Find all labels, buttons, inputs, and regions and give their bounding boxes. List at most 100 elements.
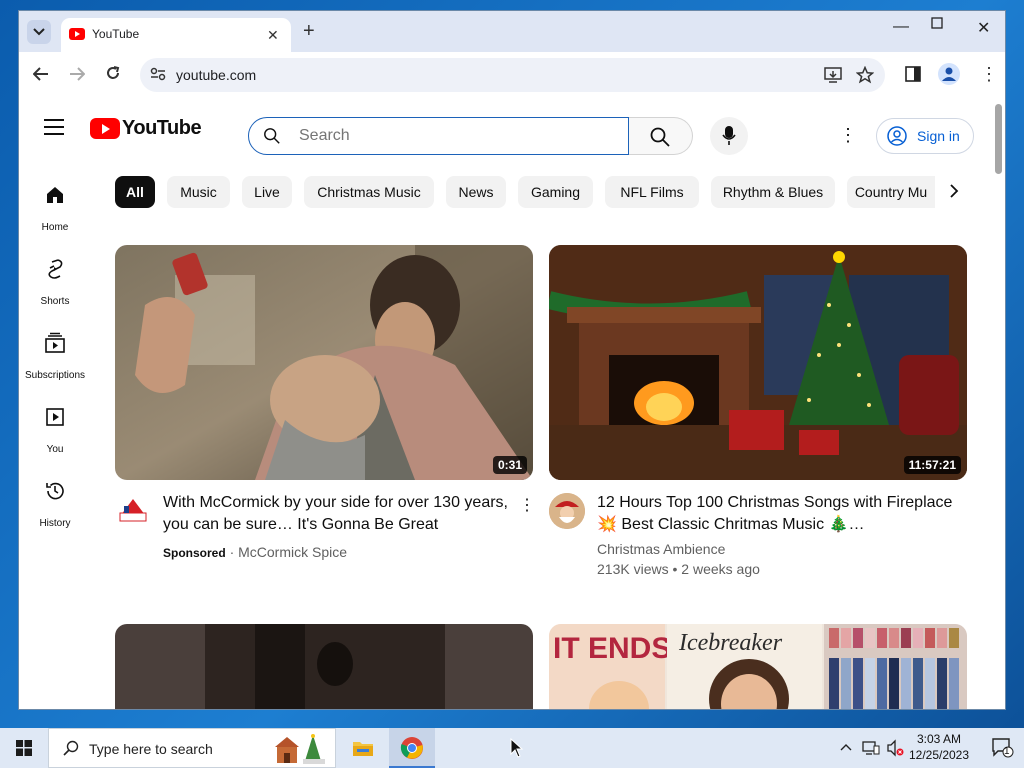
channel-avatar-christmas-ambience[interactable] bbox=[549, 493, 585, 529]
chips-next-button[interactable] bbox=[949, 182, 959, 203]
channel-name[interactable]: McCormick Spice bbox=[238, 544, 347, 560]
browser-menu-button[interactable]: ⋮ bbox=[980, 64, 998, 85]
channel-avatar-mccormick[interactable] bbox=[115, 493, 151, 529]
youtube-logo[interactable]: YouTube bbox=[90, 117, 202, 139]
chip-gaming[interactable]: Gaming bbox=[518, 176, 593, 208]
book-cover-text-icebreaker: Icebreaker bbox=[678, 630, 783, 656]
chip-christmas-music[interactable]: Christmas Music bbox=[304, 176, 434, 208]
tab-youtube[interactable]: YouTube ✕ bbox=[61, 18, 291, 52]
account-circle-icon bbox=[887, 126, 907, 146]
guide-label-home: Home bbox=[41, 222, 69, 233]
folder-icon bbox=[353, 742, 373, 756]
mccormick-logo-icon bbox=[119, 499, 147, 522]
guide-label-subscriptions: Subscriptions bbox=[24, 370, 86, 381]
close-tab-icon[interactable]: ✕ bbox=[267, 27, 279, 44]
chip-live[interactable]: Live bbox=[242, 176, 292, 208]
video-duration: 0:31 bbox=[492, 456, 527, 474]
scrollbar-thumb[interactable] bbox=[995, 104, 1002, 174]
video-meta: Sponsored · McCormick Spice bbox=[163, 542, 347, 563]
taskbar-chrome[interactable] bbox=[389, 728, 435, 768]
search-input[interactable] bbox=[297, 126, 601, 146]
view-count: 213K views bbox=[597, 561, 669, 577]
sign-in-button[interactable]: Sign in bbox=[876, 118, 974, 154]
bookmark-star-icon[interactable] bbox=[856, 66, 874, 84]
start-button[interactable] bbox=[0, 728, 48, 768]
sponsored-badge: Sponsored bbox=[163, 546, 226, 560]
tray-chevron-up-icon[interactable] bbox=[840, 743, 852, 751]
address-bar[interactable]: youtube.com bbox=[140, 58, 885, 92]
search-button[interactable] bbox=[629, 117, 693, 155]
guide-menu-button[interactable] bbox=[44, 119, 64, 135]
guide-item-home[interactable]: Home bbox=[19, 174, 91, 234]
you-icon bbox=[46, 408, 64, 426]
close-window-button[interactable]: ✕ bbox=[977, 18, 990, 38]
video-stats: 213K views • 2 weeks ago bbox=[597, 559, 760, 579]
chip-all[interactable]: All bbox=[115, 176, 155, 208]
notification-count-badge: 1 bbox=[1004, 746, 1010, 757]
video-thumbnail[interactable]: 11:57:21 bbox=[549, 245, 967, 480]
history-icon bbox=[46, 482, 64, 500]
search-icon bbox=[264, 128, 280, 144]
windows-taskbar: Type here to search 3:03 AM 12/25/2023 1 bbox=[0, 728, 1024, 768]
back-button[interactable] bbox=[32, 65, 49, 86]
youtube-play-icon bbox=[90, 117, 120, 139]
page-scrollbar[interactable] bbox=[991, 98, 1005, 709]
video-action-menu-button[interactable]: ⋮ bbox=[519, 495, 535, 515]
tab-search-button[interactable] bbox=[27, 20, 51, 44]
video-thumbnail[interactable]: IT ENDS WITH US Icebreaker bbox=[549, 624, 967, 709]
thumbnail-image-christmas-fireplace bbox=[549, 245, 967, 480]
guide-item-you[interactable]: You bbox=[19, 396, 91, 456]
taskbar-clock[interactable]: 3:03 AM 12/25/2023 bbox=[900, 731, 978, 763]
maximize-button[interactable] bbox=[931, 16, 943, 34]
youtube-favicon-icon bbox=[69, 28, 85, 40]
chip-nfl-films[interactable]: NFL Films bbox=[605, 176, 699, 208]
search-submit-icon bbox=[650, 127, 670, 147]
site-info-icon[interactable] bbox=[150, 67, 166, 81]
mouse-cursor-icon bbox=[510, 738, 524, 758]
install-app-icon[interactable] bbox=[824, 67, 842, 83]
channel-name[interactable]: Christmas Ambience bbox=[597, 539, 725, 559]
side-panel-button[interactable] bbox=[905, 66, 921, 87]
guide-item-shorts[interactable]: Shorts bbox=[19, 248, 91, 308]
back-arrow-icon bbox=[32, 67, 48, 81]
network-icon[interactable] bbox=[862, 740, 880, 756]
microphone-icon bbox=[722, 126, 736, 145]
tab-title: YouTube bbox=[92, 27, 140, 41]
side-panel-icon bbox=[905, 66, 921, 82]
forward-button[interactable] bbox=[69, 65, 86, 86]
guide-label-you: You bbox=[46, 444, 64, 455]
chip-rhythm-blues[interactable]: Rhythm & Blues bbox=[711, 176, 835, 208]
guide-label-history: History bbox=[39, 518, 71, 529]
profile-button[interactable] bbox=[938, 63, 960, 90]
tab-strip: YouTube ✕ + — ✕ bbox=[19, 11, 1005, 52]
new-tab-button[interactable]: + bbox=[303, 20, 315, 42]
voice-search-button[interactable] bbox=[710, 117, 748, 155]
search-box[interactable] bbox=[248, 117, 629, 155]
notification-icon bbox=[992, 738, 1014, 758]
clock-time: 3:03 AM bbox=[916, 732, 962, 746]
video-title[interactable]: 12 Hours Top 100 Christmas Songs with Fi… bbox=[597, 492, 959, 536]
chip-music[interactable]: Music bbox=[167, 176, 230, 208]
video-title[interactable]: With McCormick by your side for over 130… bbox=[163, 492, 513, 536]
settings-more-button[interactable]: ⋮ bbox=[839, 125, 857, 146]
reload-button[interactable] bbox=[105, 65, 121, 86]
minimize-button[interactable]: — bbox=[893, 18, 909, 36]
taskbar-file-explorer[interactable] bbox=[340, 728, 386, 768]
chip-news[interactable]: News bbox=[446, 176, 506, 208]
chip-country-music[interactable]: Country Mu bbox=[847, 176, 935, 208]
chrome-logo-icon bbox=[400, 737, 423, 759]
taskbar-search-placeholder: Type here to search bbox=[89, 741, 213, 757]
profile-avatar-icon bbox=[938, 63, 960, 85]
windows-logo-icon bbox=[16, 740, 32, 756]
url-text: youtube.com bbox=[176, 67, 257, 83]
guide-item-subscriptions[interactable]: Subscriptions bbox=[19, 322, 91, 382]
taskbar-search-box[interactable]: Type here to search bbox=[48, 728, 336, 768]
guide-item-history[interactable]: History bbox=[19, 470, 91, 530]
video-thumbnail[interactable]: 0:31 bbox=[115, 245, 533, 480]
browser-toolbar: youtube.com ⋮ bbox=[19, 52, 1005, 99]
video-thumbnail[interactable] bbox=[115, 624, 533, 709]
search-highlight-holiday-icon[interactable] bbox=[271, 733, 327, 765]
sign-in-label: Sign in bbox=[917, 128, 960, 144]
meta-separator: • bbox=[672, 561, 682, 577]
action-center-button[interactable]: 1 bbox=[982, 728, 1024, 768]
